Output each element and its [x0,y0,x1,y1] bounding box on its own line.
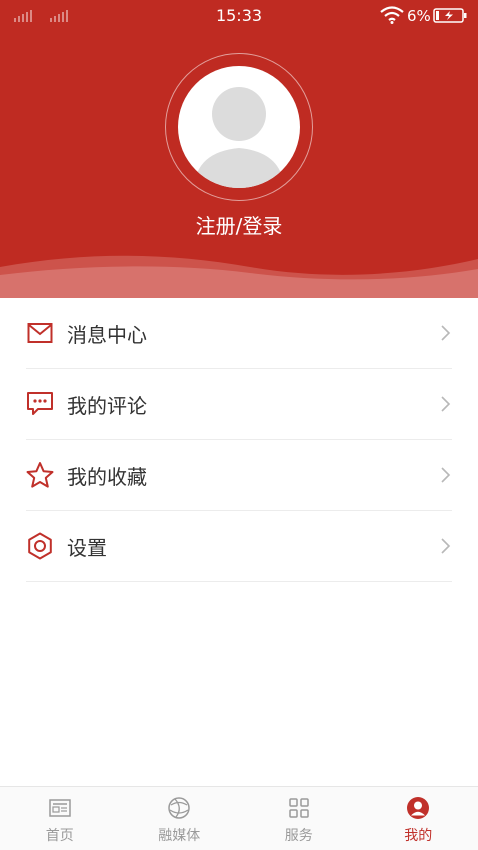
menu-item-messages[interactable]: 消息中心 [26,298,452,369]
avatar[interactable] [178,66,300,188]
tab-label: 首页 [45,828,74,844]
tab-media[interactable]: 融媒体 [120,787,240,850]
wifi-icon [380,6,404,24]
user-silhouette-icon [194,87,284,188]
menu-item-label: 设置 [67,535,107,560]
battery-icon [433,8,467,23]
menu-item-comments[interactable]: 我的评论 [26,369,452,440]
status-bar: 15:33 6% [0,0,478,32]
tab-label: 我的 [404,828,433,844]
tab-label: 服务 [284,828,313,844]
mail-icon [26,319,54,347]
profile-header: 15:33 6% 注册/登录 [0,0,478,298]
chevron-right-icon [441,467,451,483]
menu-list: 消息中心 我的评论 我的收藏 设置 [0,298,478,582]
globe-icon [168,797,190,819]
login-register-link[interactable]: 注册/登录 [0,210,478,239]
tab-label: 融媒体 [158,828,201,844]
tab-services[interactable]: 服务 [239,787,359,850]
header-wave [0,255,478,298]
star-icon [26,461,54,489]
menu-item-label: 我的评论 [67,393,147,418]
gear-icon [26,532,54,560]
bottom-tab-bar: 首页 融媒体 服务 我的 [0,786,478,850]
menu-item-settings[interactable]: 设置 [26,511,452,582]
menu-item-label: 我的收藏 [67,464,147,489]
tab-home[interactable]: 首页 [0,787,120,850]
news-icon [49,799,71,817]
chevron-right-icon [441,538,451,554]
battery-percent: 6% [407,7,431,25]
chevron-right-icon [441,325,451,341]
tab-mine[interactable]: 我的 [359,787,478,850]
chevron-right-icon [441,396,451,412]
menu-item-label: 消息中心 [67,322,147,347]
comment-icon [26,390,54,418]
menu-item-favorites[interactable]: 我的收藏 [26,440,452,511]
user-icon [407,797,430,819]
grid-icon [289,798,309,818]
